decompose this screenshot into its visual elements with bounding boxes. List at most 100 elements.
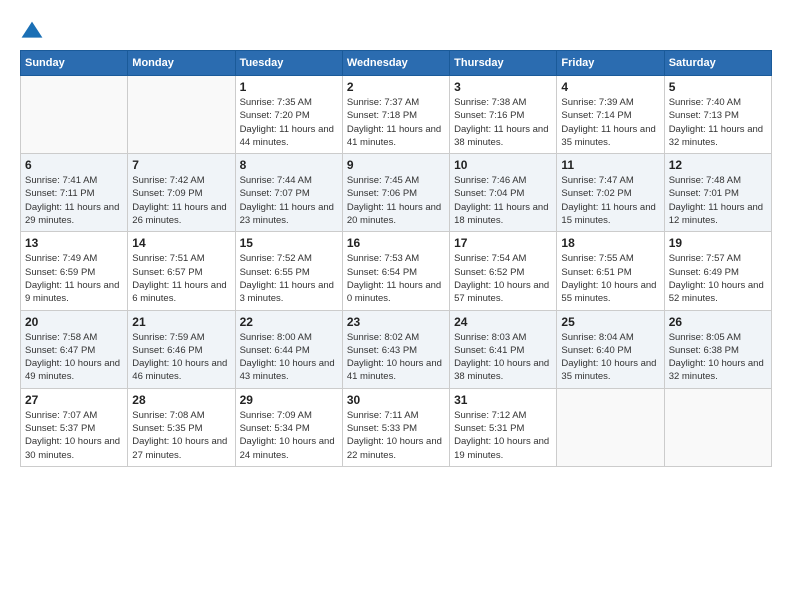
calendar-cell: 1 Sunrise: 7:35 AMSunset: 7:20 PMDaylight…	[235, 76, 342, 154]
calendar-cell: 15 Sunrise: 7:52 AMSunset: 6:55 PMDayligh…	[235, 232, 342, 310]
calendar-cell: 16 Sunrise: 7:53 AMSunset: 6:54 PMDayligh…	[342, 232, 449, 310]
calendar-cell: 8Sunrise: 7:44 AMSunset: 7:07 PMDaylight…	[235, 154, 342, 232]
day-info: Sunrise: 8:00 AMSunset: 6:44 PMDaylight:…	[240, 331, 338, 384]
day-number: 2	[347, 80, 445, 94]
day-number: 11	[561, 158, 659, 172]
calendar-week-row: 27 Sunrise: 7:07 AMSunset: 5:37 PMDayligh…	[21, 388, 772, 466]
calendar-cell: 23Sunrise: 8:02 AMSunset: 6:43 PMDayligh…	[342, 310, 449, 388]
calendar-week-row: 20 Sunrise: 7:58 AMSunset: 6:47 PMDayligh…	[21, 310, 772, 388]
calendar-cell	[21, 76, 128, 154]
calendar-cell: 28 Sunrise: 7:08 AMSunset: 5:35 PMDayligh…	[128, 388, 235, 466]
day-info: Sunrise: 7:54 AMSunset: 6:52 PMDaylight:…	[454, 252, 552, 305]
day-info: Sunrise: 7:12 AMSunset: 5:31 PMDaylight:…	[454, 409, 552, 462]
day-info: Sunrise: 8:05 AMSunset: 6:38 PMDaylight:…	[669, 331, 767, 384]
calendar-cell: 31 Sunrise: 7:12 AMSunset: 5:31 PMDayligh…	[450, 388, 557, 466]
day-info: Sunrise: 7:41 AMSunset: 7:11 PMDaylight:…	[25, 174, 123, 227]
day-info: Sunrise: 7:57 AMSunset: 6:49 PMDaylight:…	[669, 252, 767, 305]
day-number: 27	[25, 393, 123, 407]
calendar-cell: 24 Sunrise: 8:03 AMSunset: 6:41 PMDayligh…	[450, 310, 557, 388]
day-number: 19	[669, 236, 767, 250]
calendar-week-row: 6 Sunrise: 7:41 AMSunset: 7:11 PMDaylight…	[21, 154, 772, 232]
day-info: Sunrise: 7:07 AMSunset: 5:37 PMDaylight:…	[25, 409, 123, 462]
calendar-header-thursday: Thursday	[450, 51, 557, 76]
logo	[20, 20, 48, 40]
day-info: Sunrise: 7:59 AMSunset: 6:46 PMDaylight:…	[132, 331, 230, 384]
day-number: 29	[240, 393, 338, 407]
calendar-cell: 7 Sunrise: 7:42 AMSunset: 7:09 PMDaylight…	[128, 154, 235, 232]
day-number: 20	[25, 315, 123, 329]
calendar-cell: 26 Sunrise: 8:05 AMSunset: 6:38 PMDayligh…	[664, 310, 771, 388]
day-number: 22	[240, 315, 338, 329]
calendar-cell: 12Sunrise: 7:48 AMSunset: 7:01 PMDayligh…	[664, 154, 771, 232]
calendar-cell: 5 Sunrise: 7:40 AMSunset: 7:13 PMDaylight…	[664, 76, 771, 154]
calendar-cell: 19 Sunrise: 7:57 AMSunset: 6:49 PMDayligh…	[664, 232, 771, 310]
calendar-cell: 3 Sunrise: 7:38 AMSunset: 7:16 PMDaylight…	[450, 76, 557, 154]
day-info: Sunrise: 7:48 AMSunset: 7:01 PMDaylight:…	[669, 174, 767, 227]
day-info: Sunrise: 7:55 AMSunset: 6:51 PMDaylight:…	[561, 252, 659, 305]
calendar-cell	[557, 388, 664, 466]
day-number: 30	[347, 393, 445, 407]
day-info: Sunrise: 7:08 AMSunset: 5:35 PMDaylight:…	[132, 409, 230, 462]
calendar-cell: 14 Sunrise: 7:51 AMSunset: 6:57 PMDayligh…	[128, 232, 235, 310]
day-number: 21	[132, 315, 230, 329]
calendar-cell: 4Sunrise: 7:39 AMSunset: 7:14 PMDaylight…	[557, 76, 664, 154]
calendar-cell: 21 Sunrise: 7:59 AMSunset: 6:46 PMDayligh…	[128, 310, 235, 388]
day-info: Sunrise: 7:38 AMSunset: 7:16 PMDaylight:…	[454, 96, 552, 149]
day-number: 13	[25, 236, 123, 250]
calendar-week-row: 13 Sunrise: 7:49 AMSunset: 6:59 PMDayligh…	[21, 232, 772, 310]
day-info: Sunrise: 8:04 AMSunset: 6:40 PMDaylight:…	[561, 331, 659, 384]
day-number: 24	[454, 315, 552, 329]
calendar-cell: 13 Sunrise: 7:49 AMSunset: 6:59 PMDayligh…	[21, 232, 128, 310]
day-number: 4	[561, 80, 659, 94]
calendar-header-sunday: Sunday	[21, 51, 128, 76]
day-info: Sunrise: 7:53 AMSunset: 6:54 PMDaylight:…	[347, 252, 445, 305]
day-number: 14	[132, 236, 230, 250]
day-info: Sunrise: 7:11 AMSunset: 5:33 PMDaylight:…	[347, 409, 445, 462]
day-info: Sunrise: 7:58 AMSunset: 6:47 PMDaylight:…	[25, 331, 123, 384]
day-number: 10	[454, 158, 552, 172]
calendar-header-saturday: Saturday	[664, 51, 771, 76]
day-number: 1	[240, 80, 338, 94]
day-number: 25	[561, 315, 659, 329]
calendar-cell: 27 Sunrise: 7:07 AMSunset: 5:37 PMDayligh…	[21, 388, 128, 466]
day-info: Sunrise: 7:45 AMSunset: 7:06 PMDaylight:…	[347, 174, 445, 227]
day-number: 16	[347, 236, 445, 250]
day-number: 28	[132, 393, 230, 407]
day-number: 23	[347, 315, 445, 329]
header	[20, 20, 772, 40]
day-number: 3	[454, 80, 552, 94]
day-info: Sunrise: 7:47 AMSunset: 7:02 PMDaylight:…	[561, 174, 659, 227]
day-number: 9	[347, 158, 445, 172]
calendar-header-wednesday: Wednesday	[342, 51, 449, 76]
day-number: 7	[132, 158, 230, 172]
calendar-cell: 20 Sunrise: 7:58 AMSunset: 6:47 PMDayligh…	[21, 310, 128, 388]
calendar-cell: 10Sunrise: 7:46 AMSunset: 7:04 PMDayligh…	[450, 154, 557, 232]
day-number: 31	[454, 393, 552, 407]
day-number: 26	[669, 315, 767, 329]
calendar-header-row: SundayMondayTuesdayWednesdayThursdayFrid…	[21, 51, 772, 76]
calendar-cell: 30 Sunrise: 7:11 AMSunset: 5:33 PMDayligh…	[342, 388, 449, 466]
day-number: 6	[25, 158, 123, 172]
day-info: Sunrise: 7:51 AMSunset: 6:57 PMDaylight:…	[132, 252, 230, 305]
day-info: Sunrise: 7:52 AMSunset: 6:55 PMDaylight:…	[240, 252, 338, 305]
calendar-header-monday: Monday	[128, 51, 235, 76]
calendar-cell: 18Sunrise: 7:55 AMSunset: 6:51 PMDayligh…	[557, 232, 664, 310]
day-info: Sunrise: 7:35 AMSunset: 7:20 PMDaylight:…	[240, 96, 338, 149]
day-number: 5	[669, 80, 767, 94]
calendar-cell	[128, 76, 235, 154]
day-info: Sunrise: 8:03 AMSunset: 6:41 PMDaylight:…	[454, 331, 552, 384]
calendar-cell: 11 Sunrise: 7:47 AMSunset: 7:02 PMDayligh…	[557, 154, 664, 232]
calendar-cell: 17 Sunrise: 7:54 AMSunset: 6:52 PMDayligh…	[450, 232, 557, 310]
day-info: Sunrise: 7:42 AMSunset: 7:09 PMDaylight:…	[132, 174, 230, 227]
day-number: 17	[454, 236, 552, 250]
day-number: 8	[240, 158, 338, 172]
day-info: Sunrise: 7:09 AMSunset: 5:34 PMDaylight:…	[240, 409, 338, 462]
day-info: Sunrise: 7:40 AMSunset: 7:13 PMDaylight:…	[669, 96, 767, 149]
calendar-header-tuesday: Tuesday	[235, 51, 342, 76]
day-info: Sunrise: 7:37 AMSunset: 7:18 PMDaylight:…	[347, 96, 445, 149]
logo-icon	[20, 20, 44, 40]
calendar-header-friday: Friday	[557, 51, 664, 76]
day-info: Sunrise: 7:49 AMSunset: 6:59 PMDaylight:…	[25, 252, 123, 305]
day-number: 15	[240, 236, 338, 250]
calendar-cell: 22 Sunrise: 8:00 AMSunset: 6:44 PMDayligh…	[235, 310, 342, 388]
